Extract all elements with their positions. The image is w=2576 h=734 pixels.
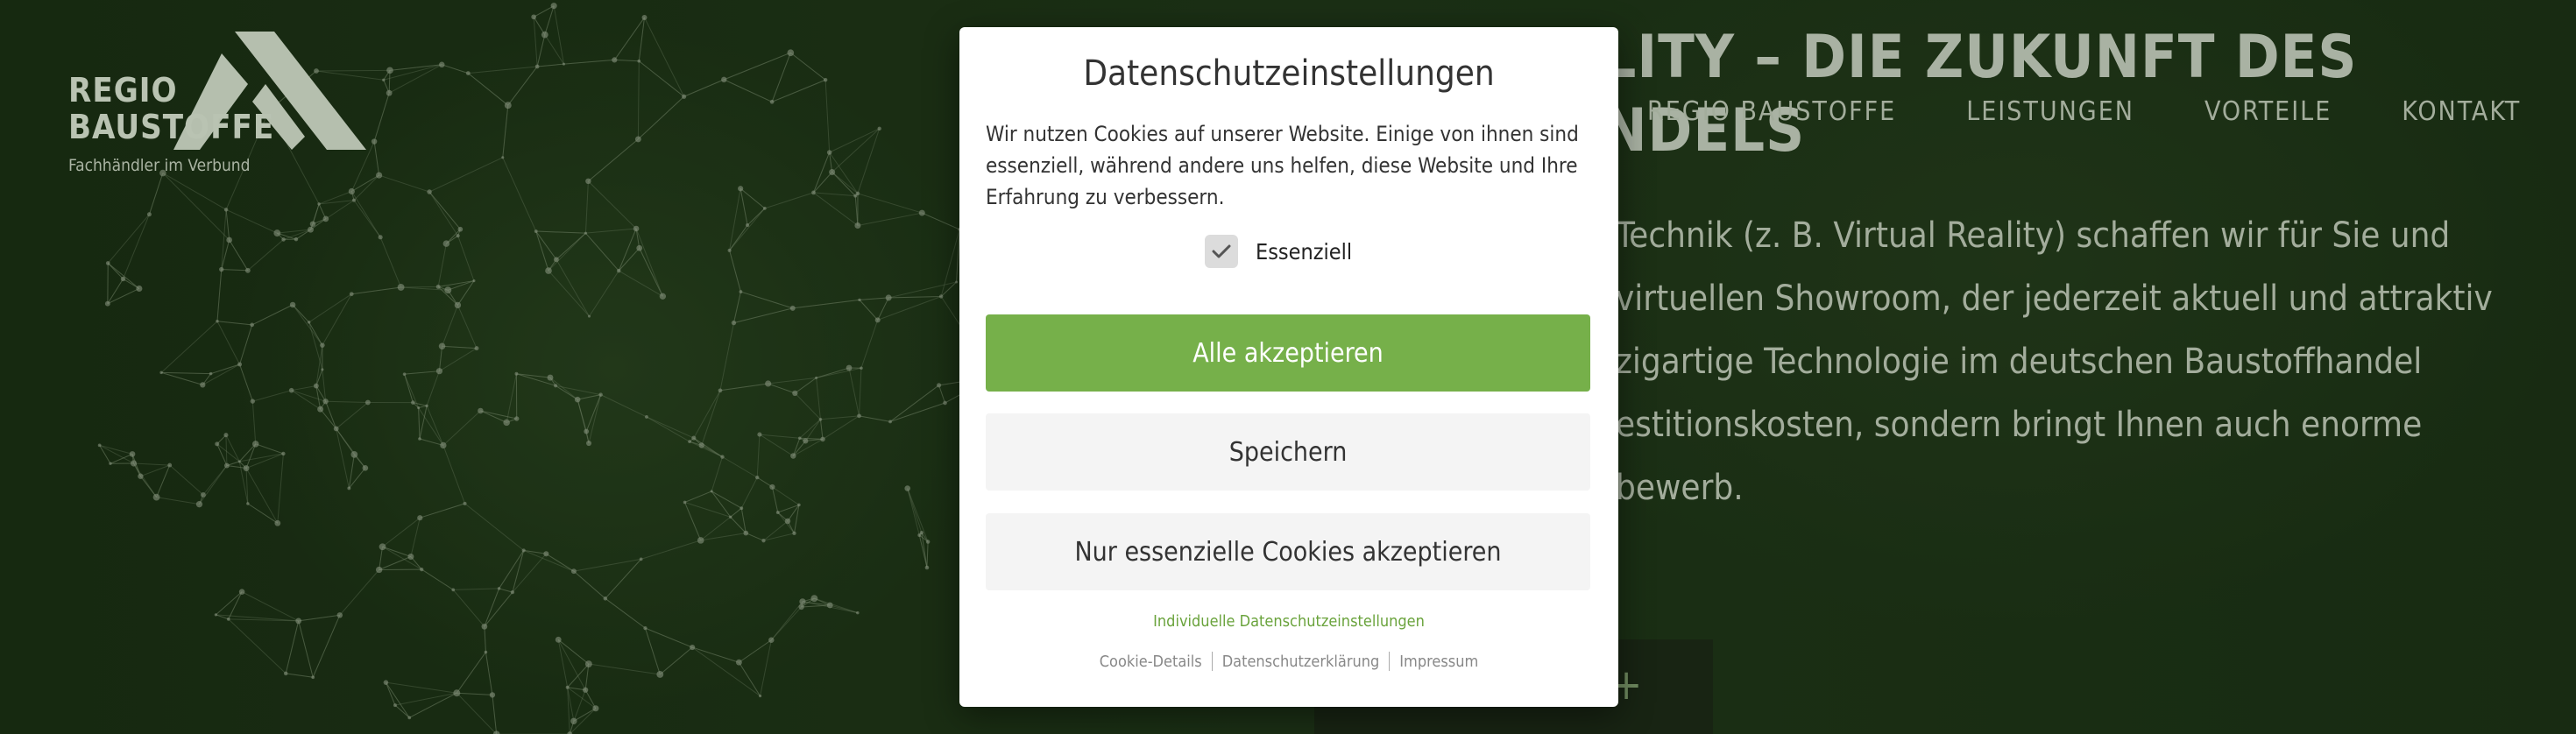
hero-body-line: zigartige Technologie im deutschen Baust… <box>1616 342 2423 382</box>
hero-body-line: estitionskosten, sondern bringt Ihnen au… <box>1616 405 2423 445</box>
essential-checkbox[interactable] <box>1205 235 1238 268</box>
logo-line-1: REGIO <box>68 71 178 109</box>
link-separator <box>1211 652 1213 671</box>
privacy-policy-link[interactable]: Datenschutzerklärung <box>1222 653 1380 671</box>
logo-wordmark: REGIO BAUSTOFFE <box>68 72 274 145</box>
checkmark-icon <box>1212 244 1231 258</box>
dialog-title: Datenschutzeinstellungen <box>1083 53 1495 94</box>
regio-baustoffe-logo[interactable]: REGIO BAUSTOFFE Fachhändler im Verbund <box>68 32 366 180</box>
accept-essential-only-button[interactable]: Nur essenzielle Cookies akzeptieren <box>986 513 1590 590</box>
cookie-details-link[interactable]: Cookie-Details <box>1100 653 1202 671</box>
hero-body-line: bewerb. <box>1616 468 1744 508</box>
imprint-link[interactable]: Impressum <box>1399 653 1478 671</box>
nav-item-vorteile[interactable]: VORTEILE <box>2204 96 2332 127</box>
individual-settings-link[interactable]: Individuelle Datenschutzeinstellungen <box>959 612 1618 631</box>
hero-title: ALITY – DIE ZUKUNFT DES ANDELS <box>1560 21 2358 168</box>
essential-checkbox-label: Essenziell <box>1256 238 1353 265</box>
logo-tagline: Fachhändler im Verbund <box>68 156 251 175</box>
nav-item-kontakt[interactable]: KONTAKT <box>2402 96 2521 127</box>
save-button[interactable]: Speichern <box>986 413 1590 491</box>
accept-all-button[interactable]: Alle akzeptieren <box>986 314 1590 392</box>
dialog-description: Wir nutzen Cookies auf unserer Website. … <box>986 122 1579 209</box>
main-nav: REGIO BAUSTOFFE LEISTUNGEN VORTEILE KONT… <box>1647 96 2576 127</box>
nav-item-leistungen[interactable]: LEISTUNGEN <box>1966 96 2134 127</box>
hero-body-line: Technik (z. B. Virtual Reality) schaffen… <box>1616 215 2451 256</box>
hero-title-line-1: ALITY – DIE ZUKUNFT DES <box>1560 23 2358 92</box>
nav-item-regio-baustoffe[interactable]: REGIO BAUSTOFFE <box>1647 96 1896 127</box>
hero-body-line: virtuellen Showroom, der jederzeit aktue… <box>1616 279 2493 319</box>
privacy-settings-dialog: Datenschutzeinstellungen Wir nutzen Cook… <box>959 27 1618 707</box>
dialog-footer-links: Cookie-Details Datenschutzerklärung Impr… <box>959 652 1618 671</box>
essential-checkbox-row[interactable]: Essenziell <box>1205 235 1352 268</box>
link-separator <box>1389 652 1391 671</box>
logo-line-2: BAUSTOFFE <box>68 108 275 146</box>
